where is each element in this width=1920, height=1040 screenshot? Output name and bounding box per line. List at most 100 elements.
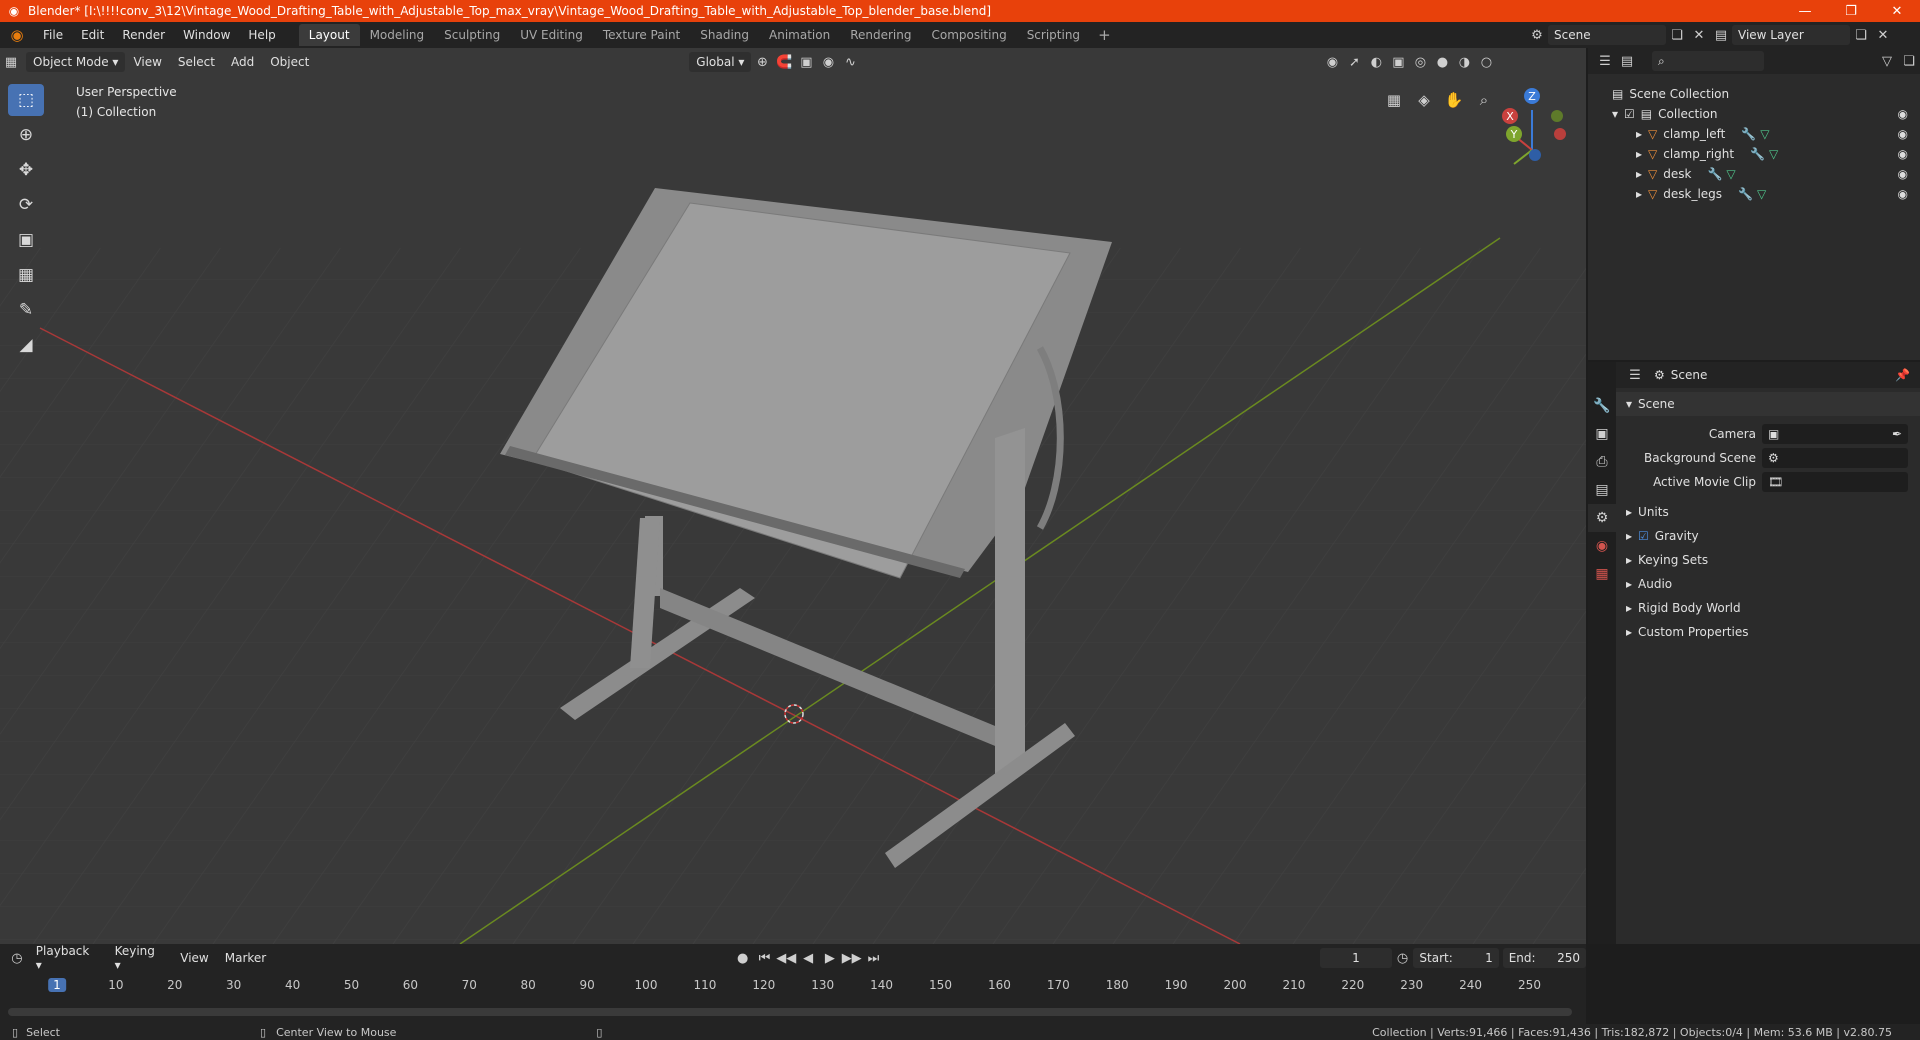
texture-tab-icon[interactable]: ▦ [1588,560,1616,588]
rotate-tool-icon[interactable]: ⟳ [8,189,44,221]
display-mode-icon[interactable]: ▤ [1616,51,1638,71]
collapse-arrow-icon[interactable]: ▸ [1626,505,1632,519]
outliner-search-input[interactable]: ⌕ [1652,51,1764,71]
rigid-body-world-panel-header[interactable]: ▸ Rigid Body World [1616,596,1920,620]
collapse-arrow-icon[interactable]: ▸ [1626,577,1632,591]
play-reverse-icon[interactable]: ◀ [797,948,819,968]
mesh-data-icon[interactable]: ▽ [1757,187,1766,201]
gizmo-toggle-icon[interactable]: ➚ [1343,52,1365,72]
view-layer-field[interactable]: View Layer [1732,25,1850,45]
expand-arrow-icon[interactable]: ▸ [1636,127,1642,141]
world-tab-icon[interactable]: ◉ [1588,532,1616,560]
start-frame-field[interactable]: Start: 1 [1413,948,1499,968]
expand-arrow-icon[interactable]: ▸ [1636,187,1642,201]
end-frame-field[interactable]: End: 250 [1502,948,1587,968]
proportional-edit-icon[interactable]: ◉ [817,52,839,72]
tab-shading[interactable]: Shading [690,24,759,46]
menu-keying[interactable]: Keying ▾ [107,944,173,972]
eye-icon[interactable]: ◉ [1898,167,1908,181]
tab-sculpting[interactable]: Sculpting [434,24,510,46]
scene-field[interactable]: Scene [1548,25,1666,45]
mesh-data-icon[interactable]: ▽ [1769,147,1778,161]
jump-keyframe-forward-icon[interactable]: ▶▶ [841,948,863,968]
camera-view-icon[interactable]: ◈ [1410,86,1438,114]
eye-icon[interactable]: ◉ [1898,147,1908,161]
jump-start-icon[interactable]: ⏮ [754,948,776,968]
menu-marker[interactable]: Marker [217,951,274,965]
audio-panel-header[interactable]: ▸ Audio [1616,572,1920,596]
overlay-icon[interactable]: ◐ [1365,52,1387,72]
jump-end-icon[interactable]: ⏭ [863,948,885,968]
solid-shading-icon[interactable]: ● [1431,52,1453,72]
modifier-wrench-icon[interactable]: 🔧 [1741,127,1756,141]
delete-scene-icon[interactable]: ✕ [1688,25,1710,45]
jump-keyframe-back-icon[interactable]: ◀◀ [775,948,797,968]
modifier-wrench-icon[interactable]: 🔧 [1707,167,1722,181]
timeline-editor-icon[interactable]: ◷ [6,948,28,968]
eye-icon[interactable]: ◉ [1898,127,1908,141]
gravity-checkbox[interactable]: ☑ [1638,529,1649,543]
select-box-icon[interactable]: ⬚ [8,84,44,116]
pan-hand-icon[interactable]: ✋ [1440,86,1468,114]
filter-icon[interactable]: ▽ [1876,51,1898,71]
outliner-object-clamp-left[interactable]: ▸ ▽ clamp_left 🔧 ▽ ◉ [1588,124,1920,144]
tab-rendering[interactable]: Rendering [840,24,921,46]
tab-animation[interactable]: Animation [759,24,840,46]
viewport-canvas[interactable]: Z X Y [0,48,1586,944]
outliner-scene-collection[interactable]: ▤ Scene Collection [1588,84,1920,104]
tab-texture-paint[interactable]: Texture Paint [593,24,690,46]
annotate-tool-icon[interactable]: ✎ [8,294,44,326]
mesh-data-icon[interactable]: ▽ [1760,127,1769,141]
object-mode-dropdown[interactable]: Object Mode ▾ [26,52,126,72]
scene-tab-icon[interactable]: ⚙ [1588,504,1616,532]
3d-viewport[interactable]: Z X Y [0,48,1586,944]
collapse-arrow-icon[interactable]: ▸ [1626,529,1632,543]
scale-tool-icon[interactable]: ▣ [8,224,44,256]
new-collection-icon[interactable]: ❏ [1898,51,1920,71]
view-layer-icon[interactable]: ▤ [1710,25,1732,45]
eye-icon[interactable]: ◉ [1898,107,1908,121]
minimize-button[interactable]: — [1782,0,1828,22]
collapse-arrow-icon[interactable]: ▾ [1626,397,1632,411]
output-tab-icon[interactable]: ⎙ [1588,448,1616,476]
collapse-arrow-icon[interactable]: ▸ [1626,625,1632,639]
wireframe-shading-icon[interactable]: ◎ [1409,52,1431,72]
menu-select[interactable]: Select [170,55,223,69]
clock-icon[interactable]: ◷ [1392,948,1414,968]
active-movie-clip-field[interactable]: 🎞 [1762,472,1908,492]
snap-icon[interactable]: 🧲 [773,52,795,72]
menu-file[interactable]: File [34,28,72,42]
collapse-arrow-icon[interactable]: ▸ [1626,601,1632,615]
gravity-panel-header[interactable]: ▸ ☑ Gravity [1616,524,1920,548]
tab-scripting[interactable]: Scripting [1017,24,1090,46]
maximize-button[interactable]: ❐ [1828,0,1874,22]
custom-properties-panel-header[interactable]: ▸ Custom Properties [1616,620,1920,644]
play-icon[interactable]: ▶ [819,948,841,968]
editor-type-icon[interactable]: ▦ [0,52,22,72]
units-panel-header[interactable]: ▸ Units [1616,500,1920,524]
visibility-icon[interactable]: ◉ [1321,52,1343,72]
new-scene-icon[interactable]: ❏ [1666,25,1688,45]
snap-target-icon[interactable]: ▣ [795,52,817,72]
outliner-object-desk[interactable]: ▸ ▽ desk 🔧 ▽ ◉ [1588,164,1920,184]
pivot-point-icon[interactable]: ⊕ [751,52,773,72]
material-shading-icon[interactable]: ◑ [1453,52,1475,72]
measure-tool-icon[interactable]: ◢ [8,329,44,361]
mesh-data-icon[interactable]: ▽ [1726,167,1735,181]
cursor-tool-icon[interactable]: ⊕ [8,119,44,151]
falloff-icon[interactable]: ∿ [839,52,861,72]
scene-panel-header[interactable]: ▾ Scene [1616,392,1920,416]
collapse-arrow-icon[interactable]: ▸ [1626,553,1632,567]
menu-view[interactable]: View [125,55,169,69]
transform-tool-icon[interactable]: ▦ [8,259,44,291]
menu-help[interactable]: Help [239,28,284,42]
outliner-object-clamp-right[interactable]: ▸ ▽ clamp_right 🔧 ▽ ◉ [1588,144,1920,164]
new-view-layer-icon[interactable]: ❏ [1850,25,1872,45]
keying-sets-panel-header[interactable]: ▸ Keying Sets [1616,548,1920,572]
outliner-editor-icon[interactable]: ☰ [1594,51,1616,71]
tool-tab-icon[interactable]: 🔧 [1588,392,1616,420]
modifier-wrench-icon[interactable]: 🔧 [1738,187,1753,201]
rendered-shading-icon[interactable]: ○ [1475,52,1497,72]
delete-view-layer-icon[interactable]: ✕ [1872,25,1894,45]
camera-field[interactable]: ▣ ✒ [1762,424,1908,444]
